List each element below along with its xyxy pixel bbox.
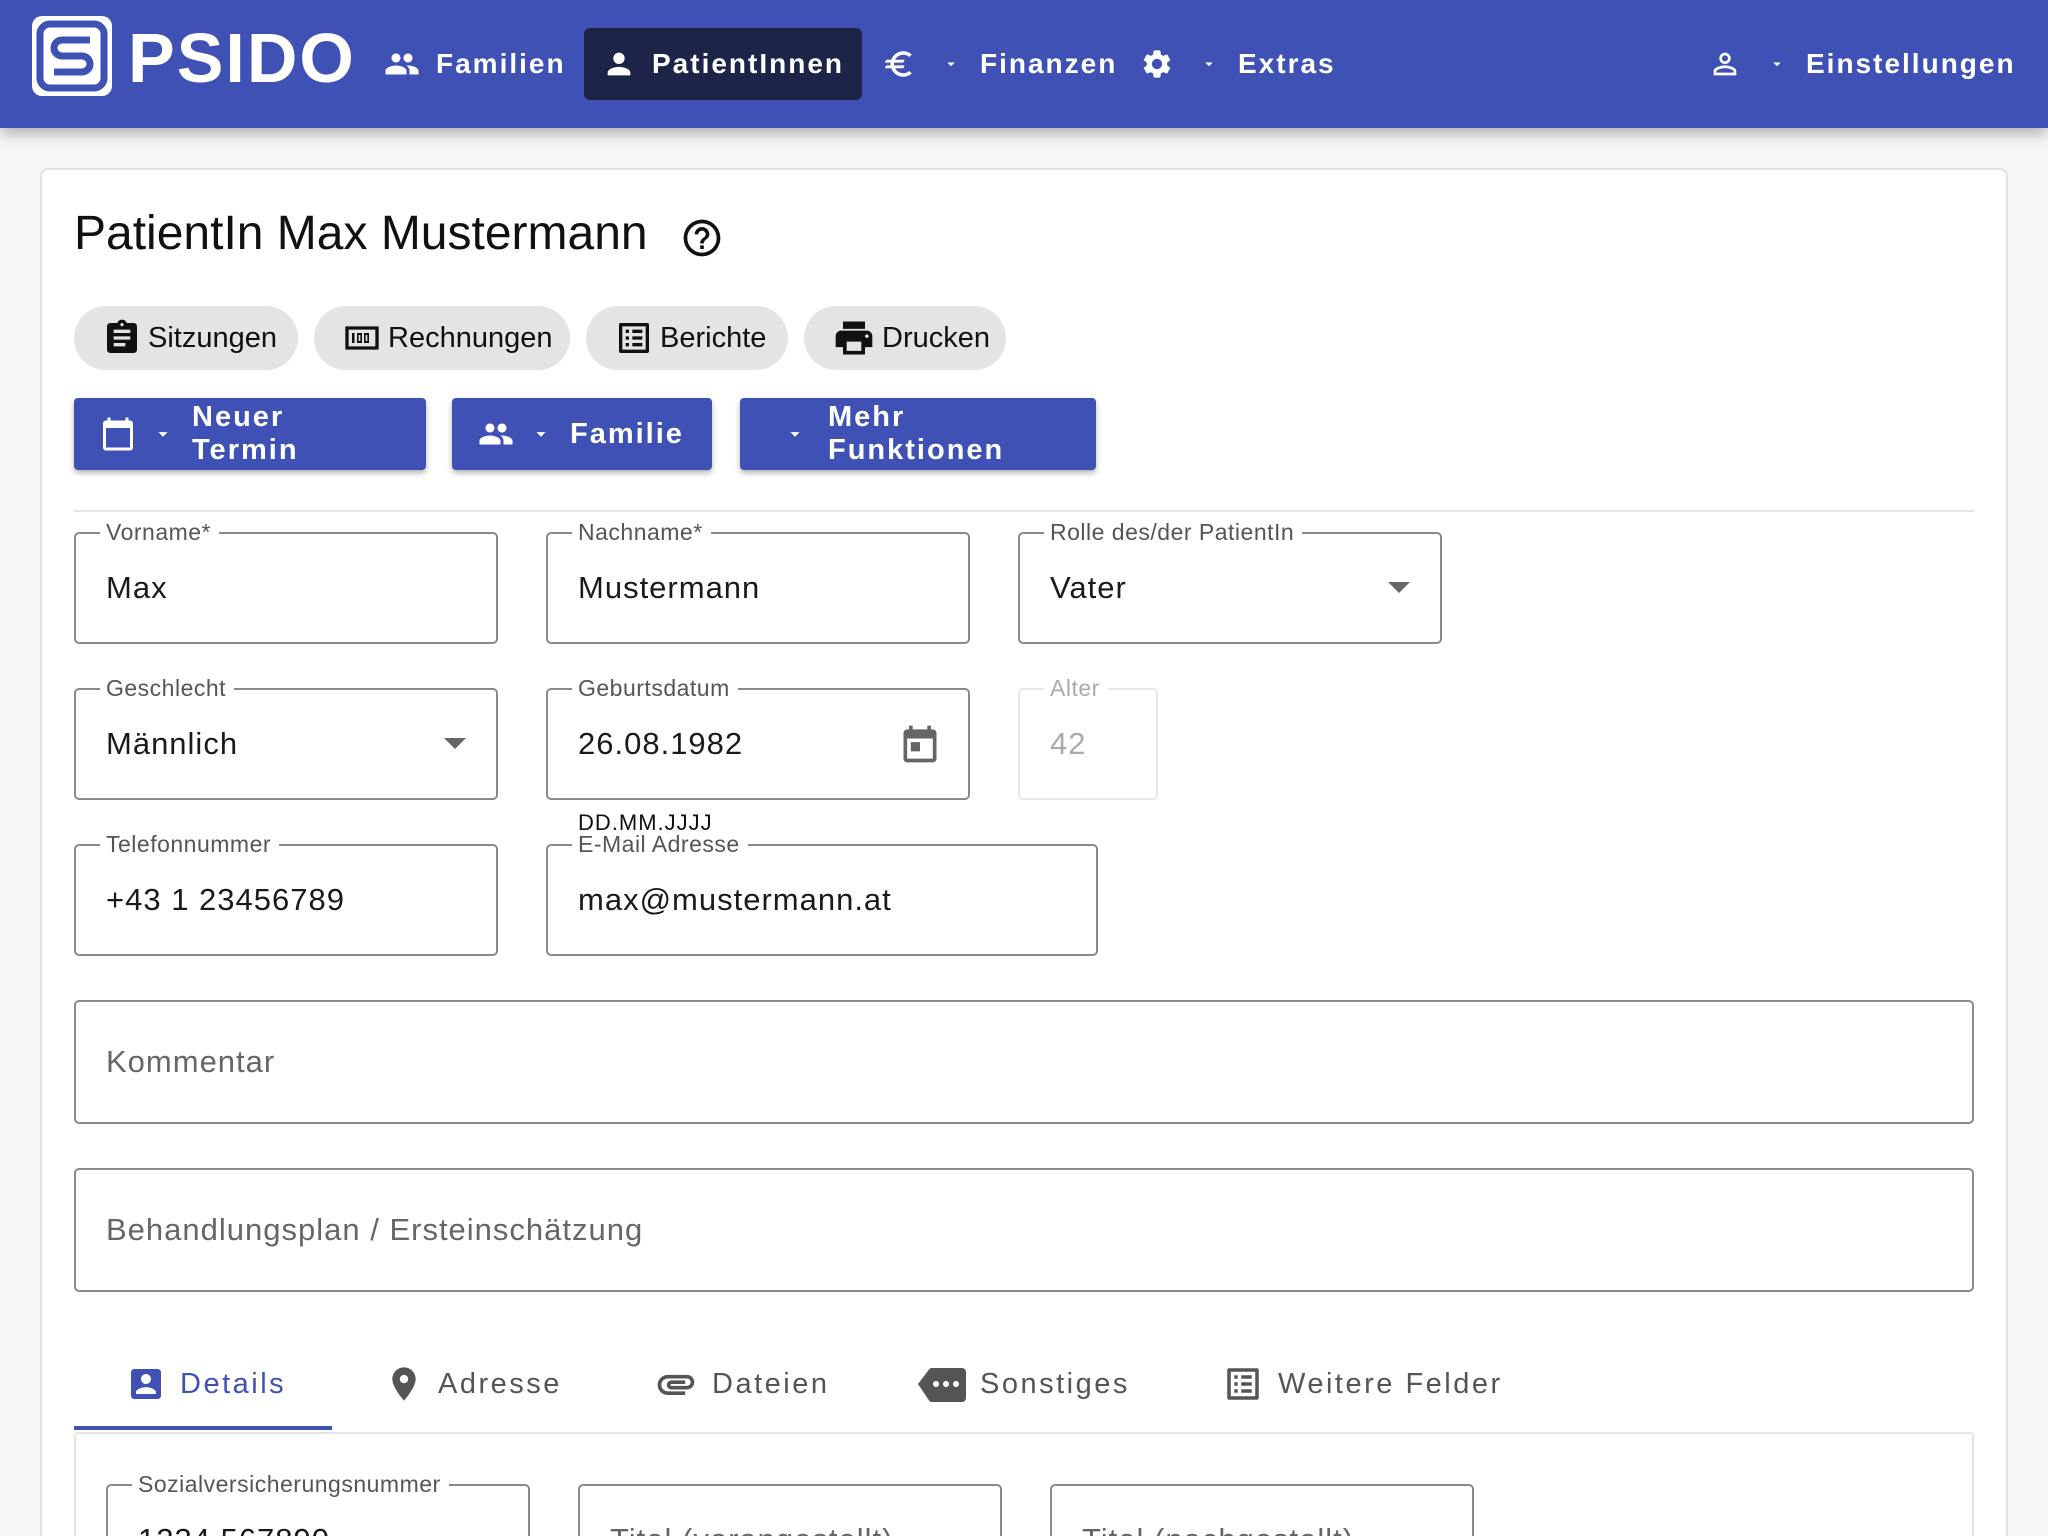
- psido-logo-icon[interactable]: [32, 16, 112, 96]
- tab-adresse-label: Adresse: [438, 1367, 562, 1400]
- people-icon: [479, 423, 513, 445]
- help-icon[interactable]: [680, 216, 724, 265]
- telefon-field[interactable]: Telefonnummer +43 1 23456789: [74, 830, 498, 956]
- vorname-field[interactable]: Vorname* Max: [74, 518, 498, 644]
- mehr-funktionen-button[interactable]: Mehr Funktionen: [740, 398, 1096, 470]
- caret-down-icon: [947, 62, 955, 67]
- email-field[interactable]: E-Mail Adresse max@mustermann.at: [546, 830, 1098, 956]
- caret-down-icon: [158, 432, 168, 437]
- geburtsdatum-value[interactable]: 26.08.1982: [578, 690, 743, 798]
- rolle-value[interactable]: Vater: [1050, 534, 1127, 642]
- titel-vor-field[interactable]: Titel (vorangestellt): [578, 1484, 1002, 1536]
- caret-down-icon: [790, 432, 800, 437]
- attachment-icon: [657, 1374, 695, 1395]
- nav-familien-label: Familien: [436, 48, 566, 79]
- nav-einstellungen-label: Einstellungen: [1806, 48, 2016, 79]
- nav-extras[interactable]: Extras: [1122, 28, 1354, 100]
- nav-finanzen[interactable]: Finanzen: [864, 28, 1135, 100]
- tab-adresse[interactable]: Adresse: [384, 1352, 562, 1416]
- alter-value: 42: [1050, 726, 1087, 761]
- account-outline-icon: [1713, 52, 1737, 76]
- kommentar-textarea[interactable]: Kommentar: [74, 1000, 1974, 1124]
- chip-berichte[interactable]: Berichte: [586, 306, 788, 370]
- titel-vor-placeholder[interactable]: Titel (vorangestellt): [610, 1486, 893, 1536]
- behandlungsplan-textarea[interactable]: Behandlungsplan / Ersteinschätzung: [74, 1168, 1974, 1292]
- chip-sitzungen[interactable]: Sitzungen: [74, 306, 298, 370]
- tab-dateien-label: Dateien: [712, 1367, 830, 1400]
- chip-drucken[interactable]: Drucken: [804, 306, 1006, 370]
- geburtsdatum-field[interactable]: Geburtsdatum 26.08.1982: [546, 674, 970, 800]
- titel-nach-field[interactable]: Titel (nachgestellt): [1050, 1484, 1474, 1536]
- mehr-funktionen-label: Mehr Funktionen: [828, 401, 1005, 466]
- tab-details-label: Details: [180, 1367, 287, 1400]
- nav-familien[interactable]: Familien: [366, 28, 584, 100]
- person-icon: [607, 52, 631, 76]
- chip-rechnungen-label: Rechnungen: [388, 321, 553, 354]
- nachname-value[interactable]: Mustermann: [578, 534, 760, 642]
- tab-dateien[interactable]: Dateien: [654, 1352, 829, 1416]
- printer-icon: [835, 321, 873, 355]
- divider: [74, 510, 1974, 512]
- chip-sitzungen-label: Sitzungen: [148, 321, 277, 354]
- nachname-field[interactable]: Nachname* Mustermann: [546, 518, 970, 644]
- tab-weitere-felder[interactable]: Weitere Felder: [1222, 1352, 1503, 1416]
- neuer-termin-button[interactable]: Neuer Termin: [74, 398, 426, 470]
- chip-rechnungen[interactable]: Rechnungen: [314, 306, 570, 370]
- nav-patientinnen-label: PatientInnen: [652, 48, 845, 79]
- neuer-termin-label: Neuer Termin: [192, 401, 299, 466]
- gear-icon: [1143, 50, 1171, 78]
- calendar-icon: [103, 417, 133, 451]
- map-pin-icon: [392, 1367, 416, 1401]
- titel-nach-placeholder[interactable]: Titel (nachgestellt): [1082, 1486, 1354, 1536]
- account-box-icon: [131, 1369, 161, 1399]
- familie-label: Familie: [570, 417, 684, 450]
- tab-weitere-felder-label: Weitere Felder: [1278, 1367, 1503, 1400]
- dropdown-arrow-icon[interactable]: [444, 738, 466, 749]
- email-value[interactable]: max@mustermann.at: [578, 846, 892, 954]
- active-tab-indicator: [74, 1426, 332, 1430]
- geschlecht-select[interactable]: Geschlecht Männlich: [74, 674, 498, 800]
- counter-icon: [345, 326, 379, 350]
- svnr-field[interactable]: Sozialversicherungsnummer 1234 567890: [106, 1470, 530, 1536]
- nav-einstellungen[interactable]: Einstellungen: [1690, 28, 2034, 100]
- chip-berichte-label: Berichte: [660, 321, 767, 354]
- nav-finanzen-label: Finanzen: [980, 48, 1118, 79]
- list-box-icon: [619, 323, 649, 353]
- kommentar-placeholder[interactable]: Kommentar: [106, 1002, 275, 1122]
- euro-icon: [884, 51, 912, 77]
- tab-sonstiges-label: Sonstiges: [980, 1367, 1130, 1400]
- nav-patientinnen[interactable]: PatientInnen: [584, 28, 863, 100]
- top-navbar: PSIDO Familien PatientInnen Finanzen Ext…: [0, 0, 2048, 128]
- more-tag-icon: [918, 1368, 966, 1402]
- tab-sonstiges[interactable]: Sonstiges: [918, 1352, 1130, 1416]
- clipboard-icon: [107, 319, 137, 353]
- vorname-value[interactable]: Max: [106, 534, 168, 642]
- nav-extras-label: Extras: [1238, 48, 1336, 79]
- brand-name[interactable]: PSIDO: [128, 18, 356, 98]
- svnr-value[interactable]: 1234 567890: [138, 1486, 330, 1536]
- rolle-select[interactable]: Rolle des/der PatientIn Vater: [1018, 518, 1442, 644]
- alter-field: Alter 42: [1018, 674, 1158, 800]
- telefon-value[interactable]: +43 1 23456789: [106, 846, 345, 954]
- list-box-icon: [1227, 1368, 1259, 1400]
- people-icon: [385, 53, 419, 75]
- calendar-icon[interactable]: [898, 722, 942, 766]
- tab-details[interactable]: Details: [126, 1352, 286, 1416]
- caret-down-icon: [1773, 62, 1781, 67]
- behandlungsplan-placeholder[interactable]: Behandlungsplan / Ersteinschätzung: [106, 1170, 643, 1290]
- caret-down-icon: [1205, 62, 1213, 67]
- page-title: PatientIn Max Mustermann: [74, 207, 648, 260]
- chip-drucken-label: Drucken: [882, 321, 990, 354]
- dropdown-arrow-icon[interactable]: [1388, 582, 1410, 593]
- caret-down-icon: [536, 432, 546, 437]
- familie-button[interactable]: Familie: [452, 398, 712, 470]
- geschlecht-value[interactable]: Männlich: [106, 690, 238, 798]
